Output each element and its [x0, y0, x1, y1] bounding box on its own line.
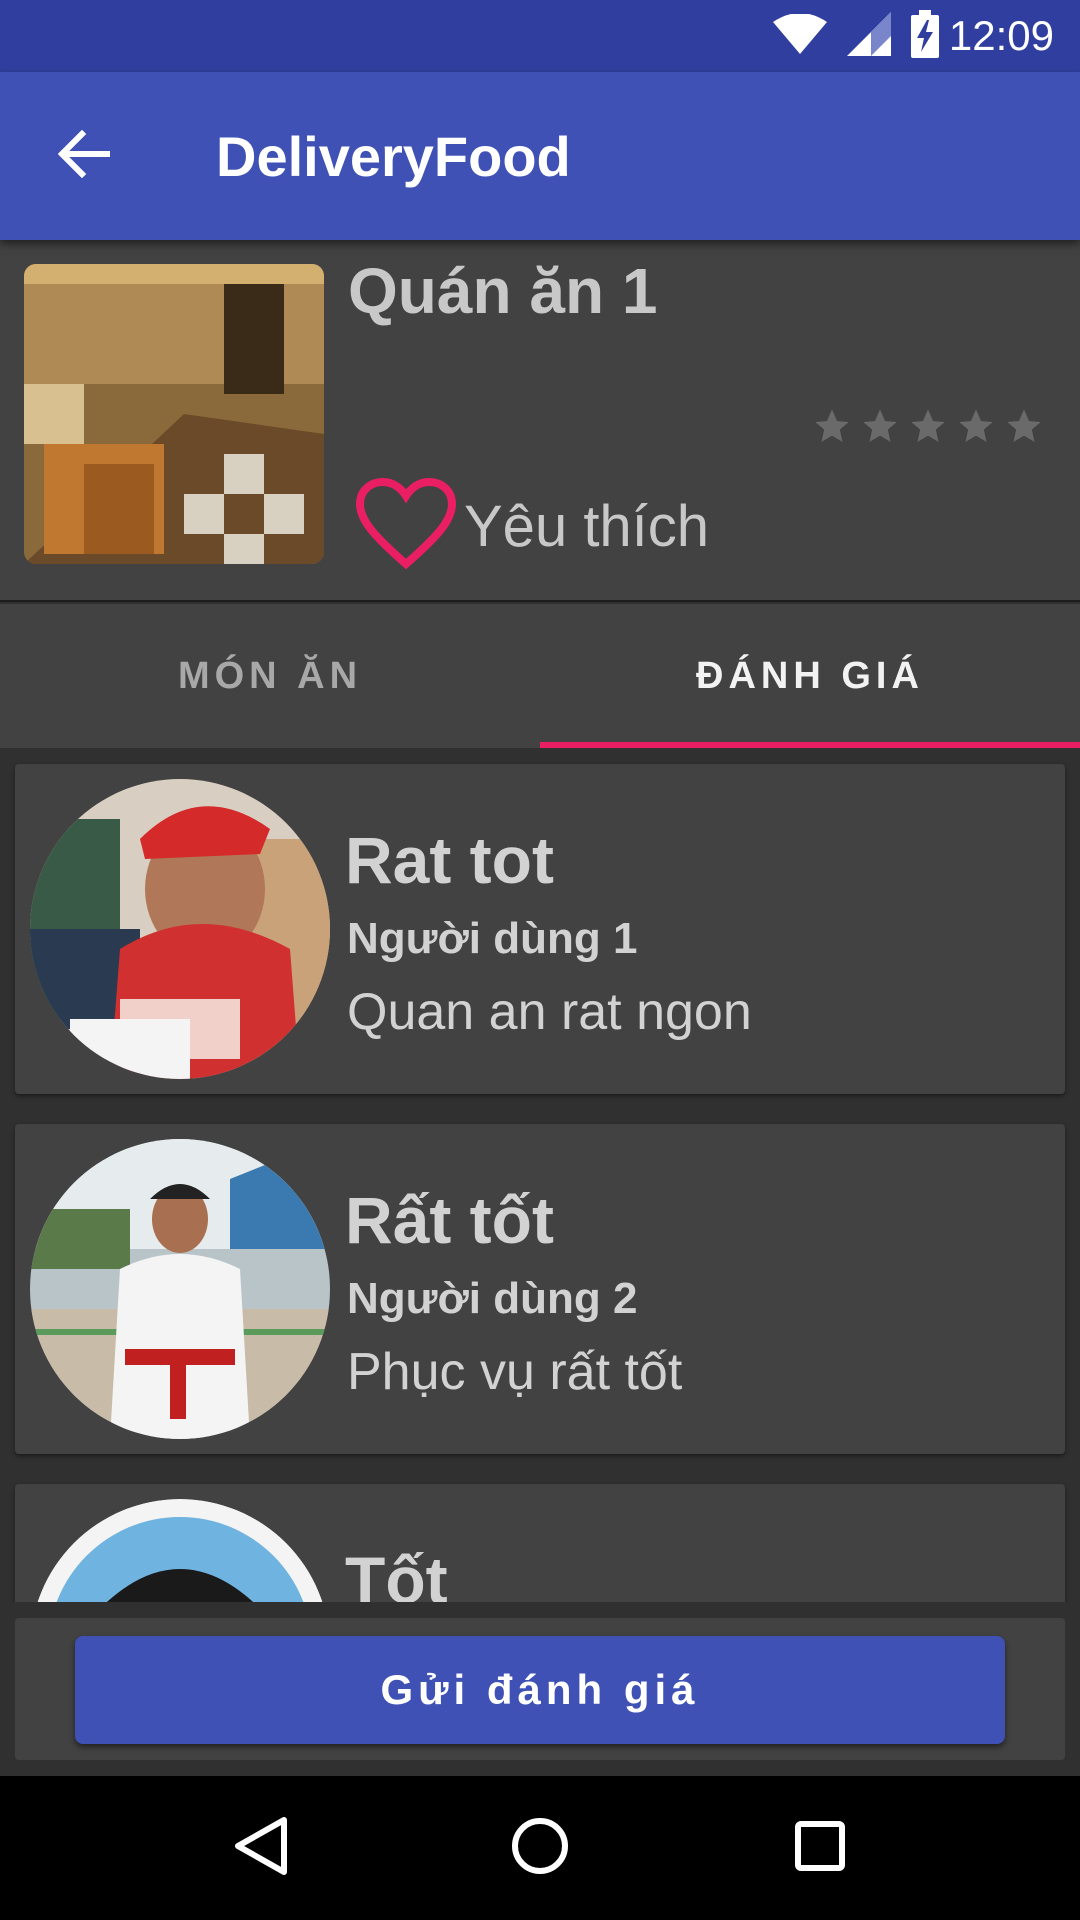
- review-card[interactable]: Rat tot Người dùng 1 Quan an rat ngon: [15, 764, 1065, 1094]
- nav-home-button[interactable]: [480, 1788, 600, 1908]
- avatar: [30, 779, 330, 1079]
- status-bar: 12:09: [0, 0, 1080, 72]
- review-title: Rat tot: [345, 823, 554, 897]
- review-card[interactable]: Rất tốt Người dùng 2 Phục vụ rất tốt: [15, 1124, 1065, 1454]
- avatar: [30, 1139, 330, 1439]
- review-text: Phục vụ rất tốt: [347, 1343, 683, 1401]
- wifi-icon: [772, 12, 827, 59]
- heart-outline-icon: [354, 476, 458, 577]
- star-icon[interactable]: [908, 406, 948, 451]
- review-user: Người dùng 1: [347, 914, 638, 963]
- back-button[interactable]: [0, 72, 168, 240]
- star-icon[interactable]: [956, 406, 996, 451]
- nav-recents-button[interactable]: [760, 1788, 880, 1908]
- tab-dishes[interactable]: MÓN ĂN: [0, 604, 540, 748]
- nav-recents-icon: [794, 1820, 846, 1877]
- nav-back-icon: [232, 1816, 288, 1881]
- cell-signal-icon: [846, 11, 891, 61]
- arrow-back-icon: [57, 129, 111, 183]
- tab-reviews[interactable]: ĐÁNH GIÁ: [540, 604, 1080, 748]
- review-user: Người dùng 2: [347, 1274, 638, 1323]
- review-list[interactable]: Rat tot Người dùng 1 Quan an rat ngon Rấ…: [0, 748, 1080, 1602]
- app-bar: DeliveryFood: [0, 72, 1080, 240]
- restaurant-header: Quán ăn 1 Yêu thích: [0, 240, 1080, 602]
- rating-bar[interactable]: [812, 406, 1044, 451]
- restaurant-photo: [24, 264, 324, 564]
- system-nav-bar: [0, 1776, 1080, 1920]
- nav-back-button[interactable]: [200, 1788, 320, 1908]
- avatar: [30, 1499, 330, 1602]
- favorite-label: Yêu thích: [464, 494, 710, 559]
- star-icon[interactable]: [812, 406, 852, 451]
- status-time: 12:09: [948, 12, 1054, 59]
- nav-home-icon: [510, 1816, 570, 1881]
- submit-review-button[interactable]: Gửi đánh giá: [75, 1636, 1005, 1744]
- review-text: Quan an rat ngon: [347, 983, 752, 1041]
- review-card[interactable]: Tốt: [15, 1484, 1065, 1602]
- battery-charging-icon: [910, 9, 939, 63]
- submit-panel: Gửi đánh giá: [15, 1618, 1065, 1760]
- app-title: DeliveryFood: [216, 124, 571, 188]
- review-title: Tốt: [345, 1543, 448, 1602]
- restaurant-name: Quán ăn 1: [348, 255, 658, 327]
- star-icon[interactable]: [860, 406, 900, 451]
- favorite-toggle[interactable]: Yêu thích: [354, 476, 709, 577]
- review-title: Rất tốt: [345, 1183, 554, 1257]
- tab-bar: MÓN ĂN ĐÁNH GIÁ: [0, 604, 1080, 748]
- star-icon[interactable]: [1004, 406, 1044, 451]
